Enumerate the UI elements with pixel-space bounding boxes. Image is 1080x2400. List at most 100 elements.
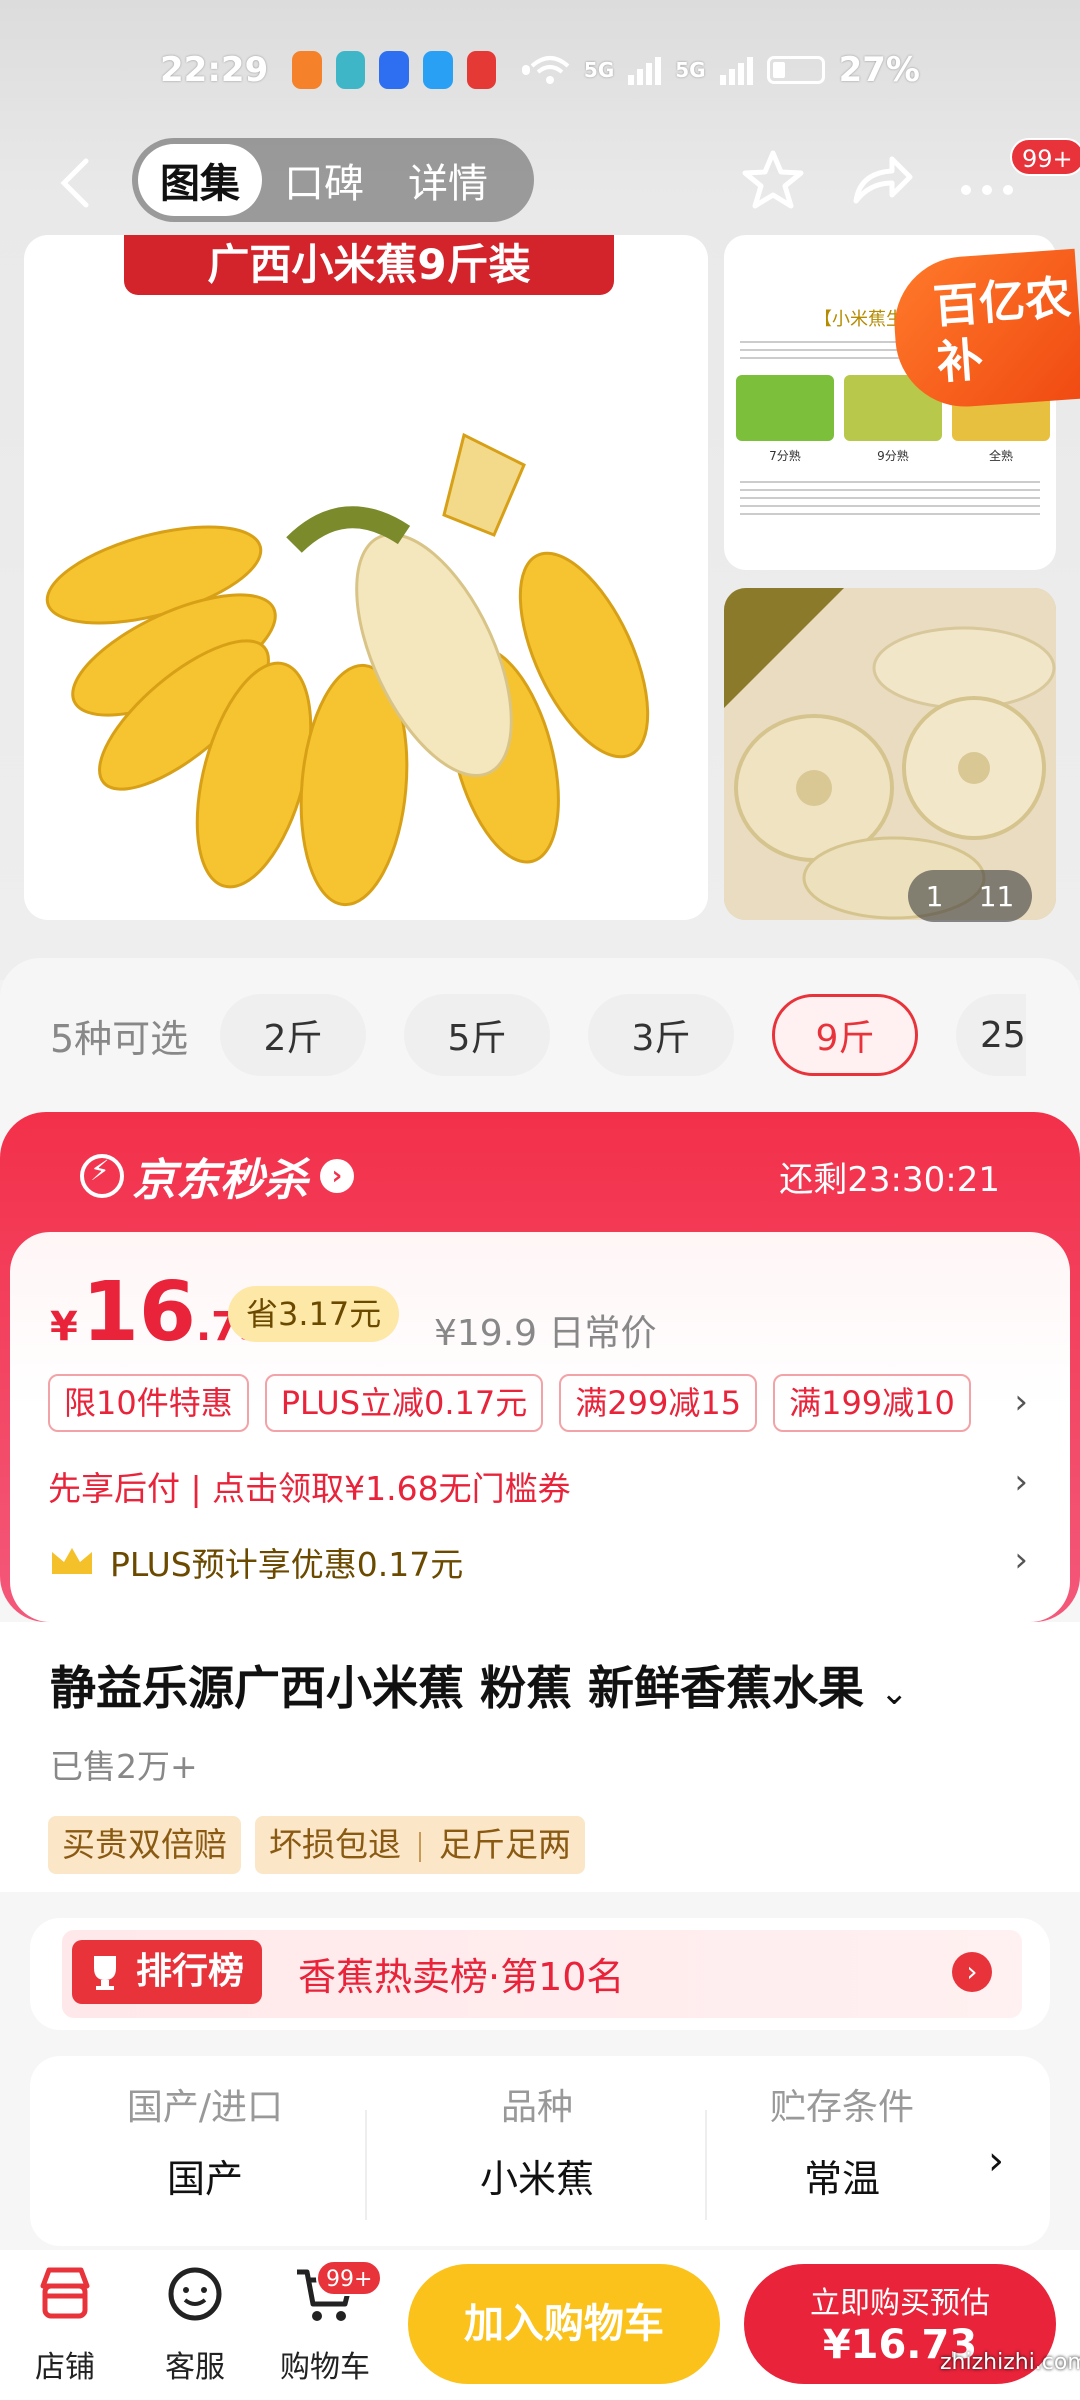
app-notification-icon — [466, 51, 497, 89]
cart-label: 购物车 — [280, 2350, 370, 2385]
spec-storage: 贮存条件 常温 — [712, 2078, 972, 2203]
watermark: zhizhizhi.com — [940, 2350, 1080, 2375]
tab-details[interactable]: 详情 — [386, 144, 510, 216]
ripeness-labels: 7分熟 9分熟 全熟 — [736, 447, 1050, 464]
options-label: 5种可选 — [50, 1016, 189, 1061]
promo-tag: 限10件特惠 — [48, 1374, 249, 1432]
plus-discount-row[interactable]: PLUS预计享优惠0.17元 — [48, 1538, 463, 1586]
image-counter: 1 11 — [908, 870, 1032, 922]
store-button[interactable]: 店铺 — [10, 2262, 120, 2386]
counter-current: 1 — [925, 879, 944, 913]
service-label: 客服 — [165, 2350, 225, 2385]
divider — [365, 2110, 367, 2220]
product-title[interactable]: 静益乐源广西小米蕉 粉蕉 新鲜香蕉水果 ⌄ — [50, 1652, 909, 1718]
chevron-right-icon[interactable]: › — [1014, 1382, 1028, 1422]
guarantee-tag-group: 坏损包退 足斤足两 — [255, 1816, 585, 1874]
ripeness-label: 9分熟 — [877, 449, 909, 463]
signal-icon — [628, 55, 662, 85]
promo-tag: 满299减15 — [559, 1374, 758, 1432]
promo-tag: PLUS立减0.17元 — [264, 1374, 544, 1432]
plus-discount-text: PLUS预计享优惠0.17元 — [110, 1545, 464, 1584]
spec-label: 国产/进口 — [126, 2087, 284, 2128]
share-icon[interactable] — [846, 145, 916, 215]
main-product-image[interactable]: 广西小米蕉9斤装 — [24, 235, 708, 920]
tab-reviews[interactable]: 口碑 — [262, 144, 386, 216]
battery-icon — [766, 56, 825, 84]
chevron-right-icon[interactable]: › — [1014, 1540, 1028, 1580]
tab-gallery[interactable]: 图集 — [138, 144, 262, 216]
divider — [705, 2110, 707, 2220]
flash-sale-logo-icon — [80, 1154, 124, 1198]
top-nav: 图集 口碑 详情 — [0, 135, 1080, 225]
option-2jin[interactable]: 2斤 — [220, 994, 366, 1076]
counter-total: 11 — [978, 879, 1015, 913]
chevron-right-icon[interactable]: › — [988, 2138, 1004, 2184]
option-9jin[interactable]: 9斤 — [772, 994, 918, 1076]
spec-value: 国产 — [166, 2157, 243, 2201]
store-icon — [40, 2267, 90, 2319]
ripeness-image — [736, 375, 834, 441]
signal-icon — [719, 55, 753, 85]
option-5jin[interactable]: 5斤 — [404, 994, 550, 1076]
network-type: 5G — [583, 58, 615, 82]
flash-sale-title: 京东秒杀 — [132, 1155, 308, 1206]
status-time: 22:29 — [160, 50, 269, 90]
customer-service-button[interactable]: 客服 — [140, 2262, 250, 2386]
favorite-star-icon[interactable] — [738, 145, 808, 215]
baidu-icon — [379, 51, 409, 89]
chevron-right-icon[interactable]: › — [1014, 1462, 1028, 1502]
spec-value: 常温 — [803, 2157, 880, 2201]
more-notifications-icon — [522, 65, 530, 75]
message-badge: 99+ — [1010, 138, 1080, 176]
original-price: ¥19.9 日常价 — [434, 1313, 657, 1354]
option-3jin[interactable]: 3斤 — [588, 994, 734, 1076]
guarantee-tags[interactable]: 买贵双倍赔 坏损包退 足斤足两 — [48, 1816, 585, 1874]
back-arrow-icon[interactable] — [50, 153, 100, 213]
app-notification-icon — [335, 51, 366, 89]
ripeness-label: 7分熟 — [769, 449, 801, 463]
chevron-down-icon: ⌄ — [880, 1673, 909, 1713]
spec-label: 品种 — [500, 2087, 573, 2128]
guarantee-tag: 足斤足两 — [439, 1825, 571, 1864]
buy-now-label: 立即购买预估 — [810, 2286, 990, 2321]
spec-options-row: 5种可选 2斤 5斤 3斤 9斤 25 — [0, 990, 1080, 1080]
divider — [419, 1831, 421, 1862]
status-indicators: 5G 5G 27% — [530, 50, 920, 90]
flash-sale-timer: 还剩23:30:21 — [779, 1160, 1000, 1200]
trophy-icon — [94, 1956, 116, 1990]
option-25jin[interactable]: 25 — [956, 994, 1026, 1076]
guarantee-tag: 买贵双倍赔 — [48, 1816, 241, 1874]
status-bar: 22:29 5G 5G 27% — [0, 40, 1080, 100]
search-app-icon — [422, 51, 453, 89]
customer-service-icon — [168, 2267, 222, 2321]
flash-sale-header[interactable]: 京东秒杀 › — [80, 1148, 354, 1206]
coupon-row[interactable]: 先享后付 | 点击领取¥1.68无门槛券 — [48, 1462, 571, 1510]
network-type-2: 5G — [675, 58, 706, 82]
wifi-icon — [530, 56, 570, 84]
ranking-text: 香蕉热卖榜·第10名 — [298, 1955, 625, 1999]
spec-variety: 品种 小米蕉 — [372, 2078, 702, 2203]
store-label: 店铺 — [35, 2350, 95, 2385]
sold-count: 已售2万+ — [50, 1747, 198, 1786]
product-title-text: 静益乐源广西小米蕉 粉蕉 新鲜香蕉水果 — [50, 1661, 865, 1715]
promo-subsidy-tag[interactable]: 百亿农补 — [889, 248, 1080, 412]
ripeness-label: 全熟 — [988, 449, 1013, 463]
guarantee-tag: 坏损包退 — [269, 1825, 401, 1864]
spec-origin: 国产/进口 国产 — [40, 2078, 370, 2203]
spec-label: 贮存条件 — [769, 2087, 914, 2128]
banana-bunch-illustration — [45, 432, 650, 907]
add-to-cart-button[interactable]: 加入购物车 — [408, 2264, 720, 2384]
savings-badge: 省3.17元 — [228, 1286, 400, 1342]
cart-count-badge: 99+ — [316, 2260, 383, 2296]
promo-tags-row[interactable]: 限10件特惠 PLUS立减0.17元 满299减15 满199减10 — [48, 1374, 971, 1432]
price-symbol: ¥ — [50, 1304, 78, 1350]
app-notification-icon — [292, 51, 322, 89]
crown-icon — [52, 1548, 92, 1574]
promo-tag: 满199减10 — [773, 1374, 971, 1432]
price-integer: 16 — [81, 1265, 196, 1360]
tab-bar: 图集 口碑 详情 — [132, 138, 534, 222]
ranking-arrow-icon[interactable]: › — [952, 1952, 992, 1992]
thumb-title: 【小米蕉生 — [814, 309, 904, 330]
battery-percent: 27% — [838, 50, 920, 90]
thumb-text-lines — [740, 475, 1040, 515]
